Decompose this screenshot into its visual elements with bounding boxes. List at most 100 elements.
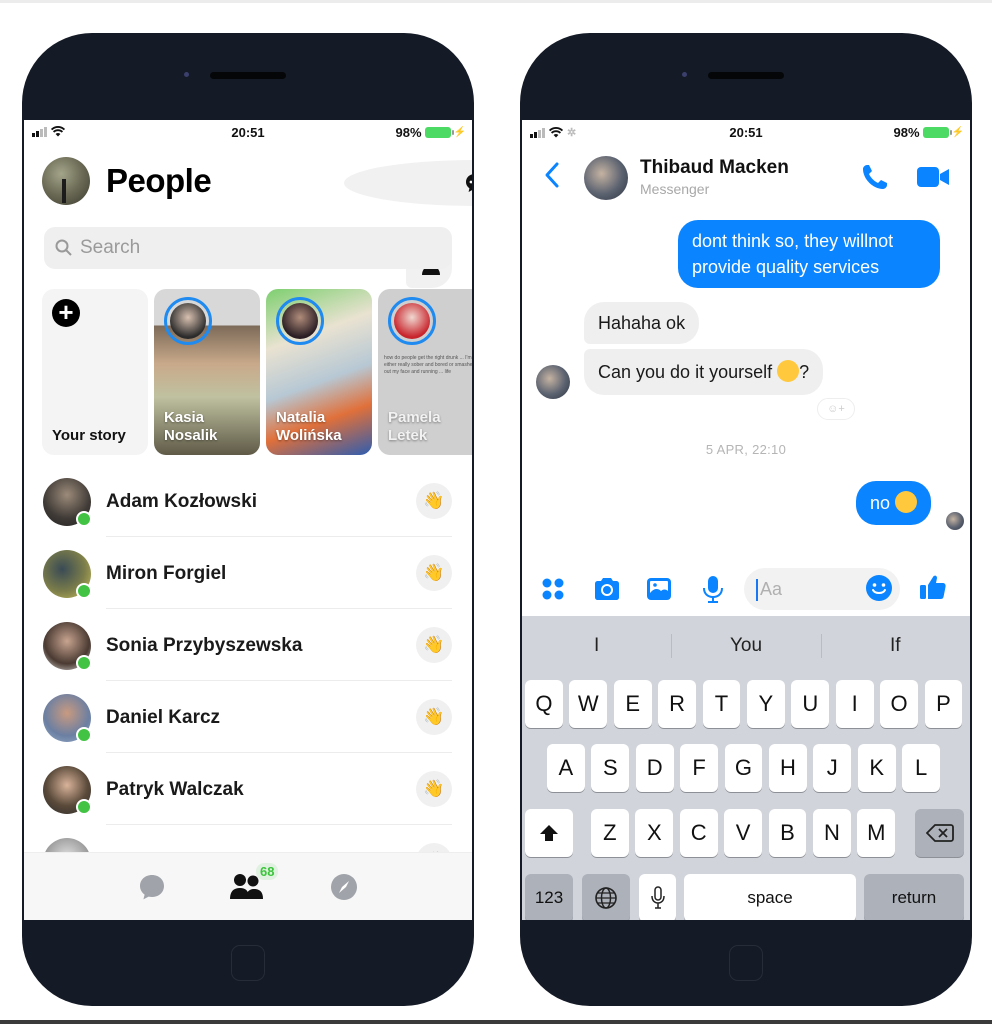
space-key[interactable]: space — [684, 874, 856, 920]
wave-button[interactable]: 👋 — [416, 699, 452, 735]
numbers-key[interactable]: 123 — [525, 874, 573, 920]
status-bar: 20:51 98% ⚡ — [24, 120, 472, 144]
chat-screen: ✲ 20:51 98% ⚡ Thibaud Macken Messenger d… — [522, 120, 970, 920]
wave-button[interactable]: 👋 — [416, 555, 452, 591]
message-bubble-outgoing[interactable]: no — [856, 481, 932, 525]
story-avatar-ring — [388, 297, 436, 345]
globe-key[interactable] — [582, 874, 630, 920]
return-key[interactable]: return — [864, 874, 964, 920]
person-row[interactable]: Adam Kozłowski 👋 — [24, 465, 472, 537]
search-input[interactable] — [80, 237, 420, 259]
page-title: People — [106, 162, 212, 199]
key-h[interactable]: H — [769, 744, 807, 792]
key-j[interactable]: J — [813, 744, 852, 792]
search-bar[interactable] — [44, 227, 452, 269]
key-n[interactable]: N — [813, 809, 851, 857]
story-label: Kasia Nosalik — [164, 409, 218, 444]
suggestion[interactable]: If — [820, 616, 970, 676]
key-r[interactable]: R — [658, 680, 696, 728]
contact-subtitle: Messenger — [640, 181, 710, 197]
text-caret — [756, 579, 758, 601]
video-call-icon[interactable] — [916, 164, 950, 190]
compass-icon — [331, 874, 357, 900]
key-f[interactable]: F — [680, 744, 718, 792]
tab-discover[interactable] — [324, 867, 364, 907]
key-s[interactable]: S — [591, 744, 630, 792]
add-reaction-button[interactable]: ☺+ — [817, 398, 855, 420]
backspace-key[interactable] — [915, 809, 964, 857]
key-a[interactable]: A — [547, 744, 585, 792]
suggestion[interactable]: I — [522, 616, 671, 676]
wave-button[interactable]: 👋 — [416, 627, 452, 663]
story-card[interactable]: Kasia Nosalik — [154, 289, 260, 455]
key-i[interactable]: I — [835, 680, 874, 728]
key-o[interactable]: O — [880, 680, 918, 728]
story-card[interactable]: Natalia Wolińska — [266, 289, 372, 455]
key-l[interactable]: L — [902, 744, 940, 792]
home-button[interactable] — [729, 945, 763, 981]
key-b[interactable]: B — [768, 809, 807, 857]
key-row-1: QWERTYUIOP — [522, 680, 970, 728]
key-y[interactable]: Y — [747, 680, 785, 728]
more-apps-icon[interactable] — [538, 574, 568, 604]
chat-header: Thibaud Macken Messenger — [522, 150, 970, 204]
dictation-key[interactable] — [639, 874, 676, 920]
suggestion[interactable]: You — [671, 616, 820, 676]
people-screen: 20:51 98% ⚡ People + Your story — [24, 120, 472, 920]
key-w[interactable]: W — [569, 680, 608, 728]
key-z[interactable]: Z — [591, 809, 629, 857]
people-list: Adam Kozłowski 👋 Miron Forgiel 👋 Sonia P… — [24, 465, 472, 897]
story-card[interactable]: how do people get the right drunk ... I'… — [378, 289, 472, 455]
seen-indicator-avatar — [946, 512, 964, 530]
key-c[interactable]: C — [679, 809, 718, 857]
microphone-icon[interactable] — [698, 574, 728, 604]
person-name: Sonia Przybyszewska — [106, 635, 303, 656]
message-bubble-outgoing[interactable]: dont think so, they willnot provide qual… — [678, 220, 940, 288]
people-badge: 68 — [256, 863, 279, 880]
key-m[interactable]: M — [857, 809, 896, 857]
people-header: People — [24, 150, 472, 288]
person-name: Miron Forgiel — [106, 563, 227, 584]
key-u[interactable]: U — [791, 680, 830, 728]
wave-hand-icon: 👋 — [423, 779, 445, 798]
wave-button[interactable]: 👋 — [416, 771, 452, 807]
wave-button[interactable]: 👋 — [416, 483, 452, 519]
key-e[interactable]: E — [613, 680, 652, 728]
key-x[interactable]: X — [635, 809, 674, 857]
message-bubble-incoming[interactable]: Hahaha ok — [584, 302, 700, 344]
key-v[interactable]: V — [724, 809, 762, 857]
online-indicator — [76, 583, 92, 599]
story-card-own[interactable]: + Your story — [42, 289, 148, 455]
new-message-button[interactable] — [344, 160, 472, 206]
person-row[interactable]: Patryk Walczak 👋 — [24, 753, 472, 825]
key-t[interactable]: T — [702, 680, 741, 728]
globe-icon — [595, 887, 617, 909]
online-indicator — [76, 655, 92, 671]
key-g[interactable]: G — [724, 744, 763, 792]
shift-key[interactable] — [525, 809, 573, 857]
phone-call-icon[interactable] — [860, 162, 890, 192]
sender-avatar — [536, 365, 570, 399]
shift-arrow-icon — [540, 825, 558, 841]
key-k[interactable]: K — [857, 744, 896, 792]
person-row[interactable]: Daniel Karcz 👋 — [24, 681, 472, 753]
person-row[interactable]: Miron Forgiel 👋 — [24, 537, 472, 609]
contact-name[interactable]: Thibaud Macken — [640, 157, 789, 179]
photo-gallery-icon[interactable] — [644, 574, 674, 604]
person-row[interactable]: Sonia Przybyszewska 👋 — [24, 609, 472, 681]
emoji-icon[interactable] — [864, 573, 894, 603]
person-name: Patryk Walczak — [106, 779, 244, 800]
wave-hand-icon: 👋 — [423, 563, 445, 582]
thumbs-up-icon[interactable] — [918, 572, 948, 602]
profile-avatar[interactable] — [42, 157, 90, 205]
key-p[interactable]: P — [924, 680, 963, 728]
message-bubble-incoming[interactable]: Can you do it yourself ? — [584, 349, 824, 395]
back-chevron-icon[interactable] — [540, 160, 564, 190]
contact-avatar[interactable] — [584, 156, 628, 200]
tab-chats[interactable] — [132, 867, 172, 907]
key-d[interactable]: D — [635, 744, 674, 792]
key-q[interactable]: Q — [525, 680, 563, 728]
home-button[interactable] — [231, 945, 265, 981]
camera-icon[interactable] — [592, 574, 622, 604]
microphone-icon — [650, 886, 665, 909]
